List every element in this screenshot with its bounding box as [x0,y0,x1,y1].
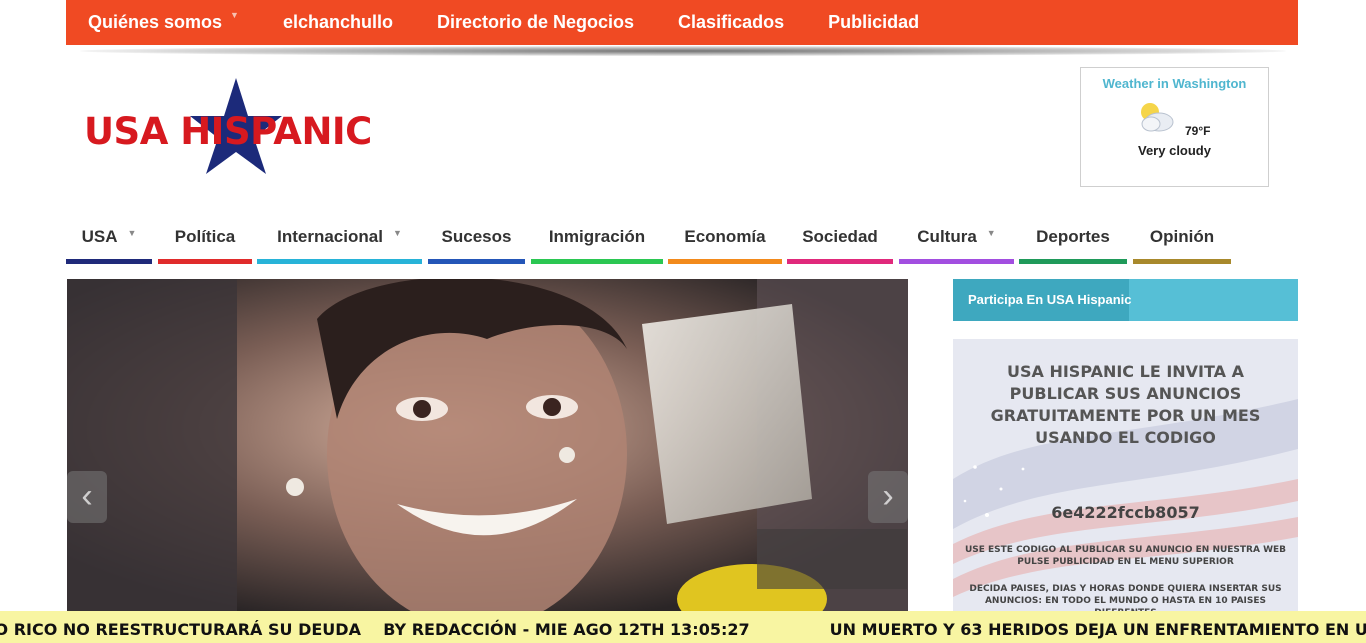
hero-image [67,279,908,611]
hero-slider[interactable]: ‹ › [67,279,908,611]
top-nav-label: elchanchullo [282,12,393,32]
main-nav-item-economia[interactable]: Economía [668,222,782,264]
cloudy-sun-icon [1141,103,1174,132]
nav-underline [899,259,1014,264]
top-nav-shadow [80,46,1286,56]
nav-underline [1133,259,1231,264]
nav-underline [66,259,152,264]
promo-note-secondary: DECIDA PAISES, DIAS Y HORAS DONDE QUIERA… [969,584,1282,611]
top-nav-item-publicidad[interactable]: Publicidad [828,12,919,33]
weather-widget: Weather in Washington 79°F Very cloudy [1080,67,1269,187]
main-nav-item-internacional[interactable]: Internacional ▼ [257,222,422,264]
top-nav-item-clasificados[interactable]: Clasificados [678,12,784,33]
news-ticker: RTO RICO NO REESTRUCTURARÁ SU DEUDA BY R… [0,611,1366,643]
main-nav-item-sociedad[interactable]: Sociedad [787,222,893,264]
nav-underline [1019,259,1127,264]
top-nav-item-quienes-somos[interactable]: Quiénes somos ▼ [88,10,239,33]
ticker-item[interactable]: UN MUERTO Y 63 HERIDOS DEJA UN ENFRENTAM… [830,611,1366,643]
top-nav-label: Quiénes somos [88,12,223,32]
nav-underline [531,259,663,264]
weather-title: Weather in Washington [1102,76,1247,91]
nav-underline [668,259,782,264]
sidebar-header: Participa En USA Hispanic [953,279,1298,321]
nav-underline [428,259,525,264]
nav-underline [257,259,422,264]
weather-condition: Very cloudy [1138,143,1211,158]
promo-code: 6e4222fccb8057 [1051,503,1200,522]
main-nav: USA ▼ Política Internacional ▼ Sucesos I… [66,222,1231,264]
main-nav-item-deportes[interactable]: Deportes [1019,222,1127,264]
top-nav-bar: Quiénes somos ▼ elchanchullo Directorio … [66,0,1298,45]
ticker-item[interactable]: RTO RICO NO REESTRUCTURARÁ SU DEUDA BY R… [0,611,750,643]
promo-banner[interactable]: USA HISPANIC LE INVITA A PUBLICAR SUS AN… [953,339,1298,611]
logo-text: USA HISPANIC [84,110,372,153]
slider-next-button[interactable]: › [868,471,908,523]
main-nav-item-usa[interactable]: USA ▼ [66,222,152,264]
weather-temperature: 79°F [1185,124,1211,138]
main-nav-item-inmigracion[interactable]: Inmigración [531,222,663,264]
promo-note: USE ESTE CODIGO AL PUBLICAR SU ANUNCIO E… [964,545,1287,567]
nav-underline [158,259,252,264]
caret-down-icon: ▼ [230,10,239,20]
top-nav-label: Directorio de Negocios [437,12,635,32]
chevron-right-icon: › [882,477,894,515]
slider-prev-button[interactable]: ‹ [67,471,107,523]
top-nav-item-elchanchullo[interactable]: elchanchullo [283,12,393,33]
chevron-left-icon: ‹ [81,477,93,515]
promo-headline: USA HISPANIC LE INVITA A PUBLICAR SUS AN… [990,362,1261,447]
top-nav-label: Publicidad [828,12,920,32]
main-nav-item-sucesos[interactable]: Sucesos [428,222,525,264]
main-nav-item-opinion[interactable]: Opinión [1133,222,1231,264]
ticker-track: RTO RICO NO REESTRUCTURARÁ SU DEUDA BY R… [0,611,1366,643]
sidebar-header-tab[interactable]: Participa En USA Hispanic [953,279,1132,321]
site-logo[interactable]: USA HISPANIC [84,76,384,180]
main-nav-item-politica[interactable]: Política [158,222,252,264]
top-nav-label: Clasificados [678,12,785,32]
nav-underline [787,259,893,264]
top-nav-item-directorio[interactable]: Directorio de Negocios [437,12,634,33]
main-nav-item-cultura[interactable]: Cultura ▼ [899,222,1014,264]
